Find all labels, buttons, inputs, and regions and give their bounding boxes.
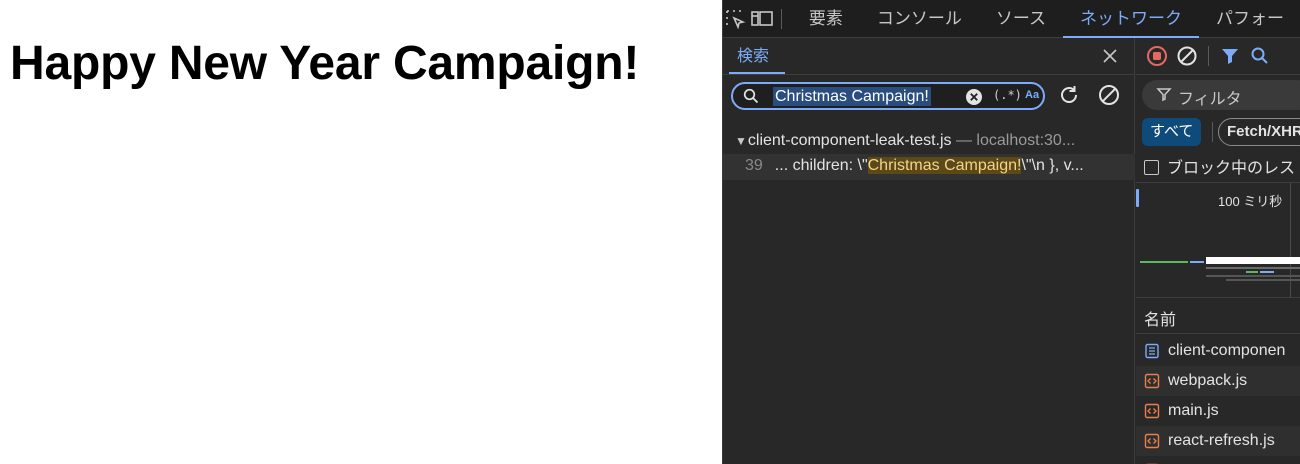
network-overview-timeline[interactable]: 100 ミリ秒 [1136, 182, 1300, 299]
refresh-icon[interactable] [1057, 83, 1081, 112]
clear-results-icon[interactable] [1097, 83, 1121, 112]
expand-arrow-icon[interactable]: ▼ [735, 134, 747, 148]
tab-performance[interactable]: パフォー [1199, 0, 1300, 38]
match-case-toggle[interactable]: Aa [1025, 89, 1039, 101]
filter-funnel-icon [1156, 86, 1172, 107]
document-icon [1145, 343, 1159, 359]
request-name: webpack.js [1168, 372, 1248, 389]
request-list: client-componen webpack.js main.js react… [1136, 336, 1300, 464]
clear-network-icon[interactable] [1172, 41, 1202, 71]
filter-placeholder: フィルタ [1178, 91, 1242, 108]
network-panel: フィルタ すべて Fetch/XHR ブロック中のレス 100 ミリ秒 名前 c… [1136, 38, 1300, 464]
search-tab-underline [729, 72, 785, 74]
request-row[interactable]: webpack.js [1136, 366, 1300, 396]
result-line-number: 39 [745, 157, 763, 174]
script-icon [1144, 403, 1160, 419]
filter-icon[interactable] [1215, 41, 1245, 71]
script-icon [1144, 373, 1160, 389]
search-icon [743, 88, 759, 109]
search-pane-title[interactable]: 検索 [737, 38, 769, 75]
request-row-partial[interactable] [1136, 456, 1300, 464]
regex-toggle[interactable]: (.*) [993, 88, 1022, 102]
result-match-line[interactable]: 39 ... children: \"Christmas Campaign!\"\… [723, 154, 1135, 180]
clear-search-icon[interactable] [965, 88, 983, 111]
search-pane: 検索 Christmas Campaign! (.*) Aa ▼client-c… [723, 38, 1135, 464]
search-network-icon[interactable] [1245, 41, 1275, 71]
filter-chip-all[interactable]: すべて [1142, 118, 1202, 146]
page-heading: Happy New Year Campaign! [10, 37, 640, 90]
page-content: Happy New Year Campaign! [0, 0, 722, 464]
toolbar-separator [1208, 46, 1209, 66]
result-file-name: client-component-leak-test.js [747, 132, 952, 149]
chip-separator [1212, 122, 1213, 142]
request-row[interactable]: react-refresh.js [1136, 426, 1300, 456]
inspect-element-icon[interactable] [723, 0, 749, 38]
result-line-suffix: \"\n }, v... [1021, 157, 1084, 174]
checkbox-icon[interactable] [1144, 160, 1159, 175]
search-pane-header: 検索 [723, 38, 1134, 75]
blocked-responses-label: ブロック中のレス [1167, 160, 1296, 177]
request-name: react-refresh.js [1168, 432, 1275, 449]
result-file-origin: — localhost:30... [955, 132, 1076, 149]
network-toolbar [1136, 38, 1300, 75]
search-results: ▼client-component-leak-test.js — localho… [723, 128, 1135, 180]
request-row[interactable]: main.js [1136, 396, 1300, 426]
search-row: Christmas Campaign! (.*) Aa [723, 80, 1135, 112]
tab-sources[interactable]: ソース [979, 0, 1063, 38]
result-line-prefix: ... children: \" [774, 157, 868, 174]
filter-chip-fetch-xhr[interactable]: Fetch/XHR [1218, 118, 1300, 146]
close-icon[interactable] [1098, 44, 1122, 68]
column-header-name[interactable]: 名前 [1136, 298, 1300, 334]
tab-bar-separator [781, 8, 782, 29]
search-query: Christmas Campaign! [773, 87, 931, 106]
timeline-bars [1140, 257, 1300, 281]
record-icon[interactable] [1142, 41, 1172, 71]
devtools-tab-bar: 要素 コンソール ソース ネットワーク パフォー [723, 0, 1300, 38]
tab-elements[interactable]: 要素 [792, 0, 860, 38]
tab-console[interactable]: コンソール [860, 0, 979, 38]
devtools-panel: 要素 コンソール ソース ネットワーク パフォー 検索 Christmas Ca… [722, 0, 1300, 464]
tab-network[interactable]: ネットワーク [1063, 0, 1199, 38]
device-toolbar-icon[interactable] [749, 0, 775, 38]
request-name: client-componen [1168, 342, 1286, 359]
request-row[interactable]: client-componen [1136, 336, 1300, 366]
column-name-label: 名前 [1144, 312, 1177, 329]
search-input[interactable]: Christmas Campaign! (.*) Aa [731, 82, 1045, 110]
result-file-row[interactable]: ▼client-component-leak-test.js — localho… [723, 128, 1135, 154]
result-match-highlight: Christmas Campaign! [867, 157, 1022, 174]
blocked-responses-checkbox[interactable]: ブロック中のレス [1144, 154, 1295, 178]
request-name: main.js [1168, 402, 1219, 419]
network-filter-input[interactable]: フィルタ [1142, 80, 1300, 110]
script-icon [1144, 433, 1160, 449]
